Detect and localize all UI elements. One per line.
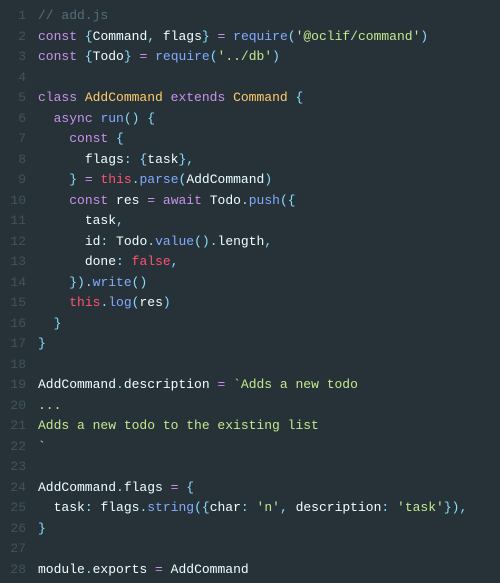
code-content	[38, 68, 500, 89]
code-content: async run() {	[38, 109, 500, 130]
code-line: 27	[0, 539, 500, 560]
code-line: 11 task,	[0, 211, 500, 232]
line-number: 12	[0, 232, 38, 253]
line-number: 11	[0, 211, 38, 232]
line-number: 19	[0, 375, 38, 396]
line-number: 14	[0, 273, 38, 294]
line-number: 18	[0, 355, 38, 376]
line-number: 28	[0, 560, 38, 581]
line-number: 17	[0, 334, 38, 355]
line-number: 21	[0, 416, 38, 437]
code-line: 6 async run() {	[0, 109, 500, 130]
code-content: task,	[38, 211, 500, 232]
line-number: 1	[0, 6, 38, 27]
code-line: 10 const res = await Todo.push({	[0, 191, 500, 212]
code-line: 15 this.log(res)	[0, 293, 500, 314]
code-content	[38, 355, 500, 376]
line-number: 25	[0, 498, 38, 519]
code-content: AddCommand.flags = {	[38, 478, 500, 499]
code-line: 8 flags: {task},	[0, 150, 500, 171]
line-number: 20	[0, 396, 38, 417]
code-line: 21Adds a new todo to the existing list	[0, 416, 500, 437]
code-content	[38, 539, 500, 560]
line-number: 10	[0, 191, 38, 212]
code-content	[38, 457, 500, 478]
code-content: }	[38, 334, 500, 355]
code-line: 2const {Command, flags} = require('@ocli…	[0, 27, 500, 48]
code-line: 16 }	[0, 314, 500, 335]
code-editor: 1// add.js2const {Command, flags} = requ…	[0, 0, 500, 580]
code-line: 4	[0, 68, 500, 89]
code-line: 18	[0, 355, 500, 376]
line-number: 22	[0, 437, 38, 458]
code-line: 20...	[0, 396, 500, 417]
code-content: this.log(res)	[38, 293, 500, 314]
code-line: 13 done: false,	[0, 252, 500, 273]
code-line: 28module.exports = AddCommand	[0, 560, 500, 581]
code-content: flags: {task},	[38, 150, 500, 171]
line-number: 16	[0, 314, 38, 335]
line-number: 13	[0, 252, 38, 273]
code-line: 5class AddCommand extends Command {	[0, 88, 500, 109]
line-number: 8	[0, 150, 38, 171]
code-content: AddCommand.description = `Adds a new tod…	[38, 375, 500, 396]
line-number: 23	[0, 457, 38, 478]
code-content: Adds a new todo to the existing list	[38, 416, 500, 437]
line-number: 9	[0, 170, 38, 191]
line-number: 24	[0, 478, 38, 499]
line-number: 6	[0, 109, 38, 130]
code-content: const {	[38, 129, 500, 150]
code-line: 14 }).write()	[0, 273, 500, 294]
code-content: const {Command, flags} = require('@oclif…	[38, 27, 500, 48]
code-content: }	[38, 314, 500, 335]
code-line: 12 id: Todo.value().length,	[0, 232, 500, 253]
code-content: task: flags.string({char: 'n', descripti…	[38, 498, 500, 519]
code-line: 22`	[0, 437, 500, 458]
code-content: }).write()	[38, 273, 500, 294]
line-number: 3	[0, 47, 38, 68]
line-number: 5	[0, 88, 38, 109]
code-line: 3const {Todo} = require('../db')	[0, 47, 500, 68]
code-content: }	[38, 519, 500, 540]
code-line: 9 } = this.parse(AddCommand)	[0, 170, 500, 191]
line-number: 7	[0, 129, 38, 150]
code-line: 25 task: flags.string({char: 'n', descri…	[0, 498, 500, 519]
code-content: ...	[38, 396, 500, 417]
code-content: const res = await Todo.push({	[38, 191, 500, 212]
code-content: module.exports = AddCommand	[38, 560, 500, 581]
code-line: 7 const {	[0, 129, 500, 150]
code-line: 17}	[0, 334, 500, 355]
code-content: // add.js	[38, 6, 500, 27]
line-number: 26	[0, 519, 38, 540]
code-line: 24AddCommand.flags = {	[0, 478, 500, 499]
line-number: 27	[0, 539, 38, 560]
code-line: 1// add.js	[0, 6, 500, 27]
code-content: `	[38, 437, 500, 458]
code-content: id: Todo.value().length,	[38, 232, 500, 253]
code-content: const {Todo} = require('../db')	[38, 47, 500, 68]
code-content: } = this.parse(AddCommand)	[38, 170, 500, 191]
code-line: 23	[0, 457, 500, 478]
code-line: 19AddCommand.description = `Adds a new t…	[0, 375, 500, 396]
code-line: 26}	[0, 519, 500, 540]
line-number: 2	[0, 27, 38, 48]
line-number: 4	[0, 68, 38, 89]
line-number: 15	[0, 293, 38, 314]
code-content: done: false,	[38, 252, 500, 273]
code-content: class AddCommand extends Command {	[38, 88, 500, 109]
